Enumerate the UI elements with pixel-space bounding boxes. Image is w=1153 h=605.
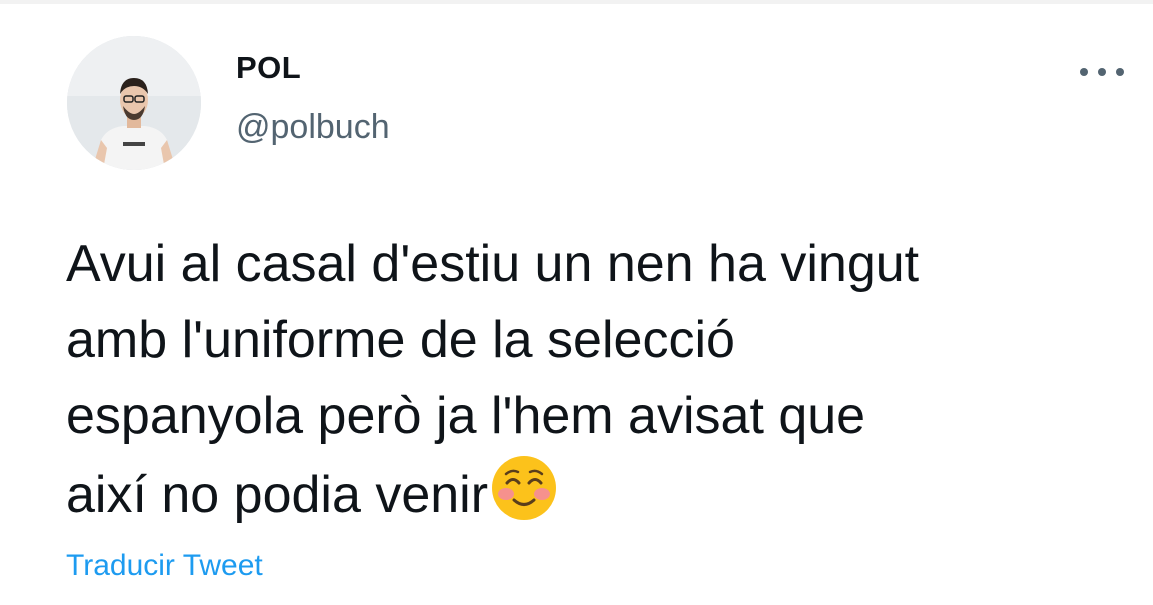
tweet-line-last: així no podia venir: [66, 454, 1141, 530]
author-handle[interactable]: @polbuch: [236, 108, 390, 147]
tweet-line: espanyola però ja l'hem avisat que: [66, 387, 866, 445]
more-dot: [1098, 68, 1106, 76]
smiling-face-emoji-icon: [492, 456, 557, 520]
more-dot: [1116, 68, 1124, 76]
tweet-line: amb l'uniforme de la selecció: [66, 311, 735, 369]
more-dot: [1080, 68, 1088, 76]
translate-tweet-link[interactable]: Traducir Tweet: [66, 549, 263, 583]
avatar[interactable]: [67, 36, 201, 170]
tweet-line: Avui al casal d'estiu un nen ha vingut: [66, 235, 920, 293]
tweet-text: Avui al casal d'estiu un nen ha vingut a…: [66, 226, 1141, 530]
tweet-line: així no podia venir: [66, 466, 489, 524]
profile-photo: [67, 36, 201, 170]
more-horizontal-icon[interactable]: [1080, 58, 1124, 86]
top-divider: [0, 0, 1153, 4]
author-name[interactable]: POL: [236, 50, 301, 86]
